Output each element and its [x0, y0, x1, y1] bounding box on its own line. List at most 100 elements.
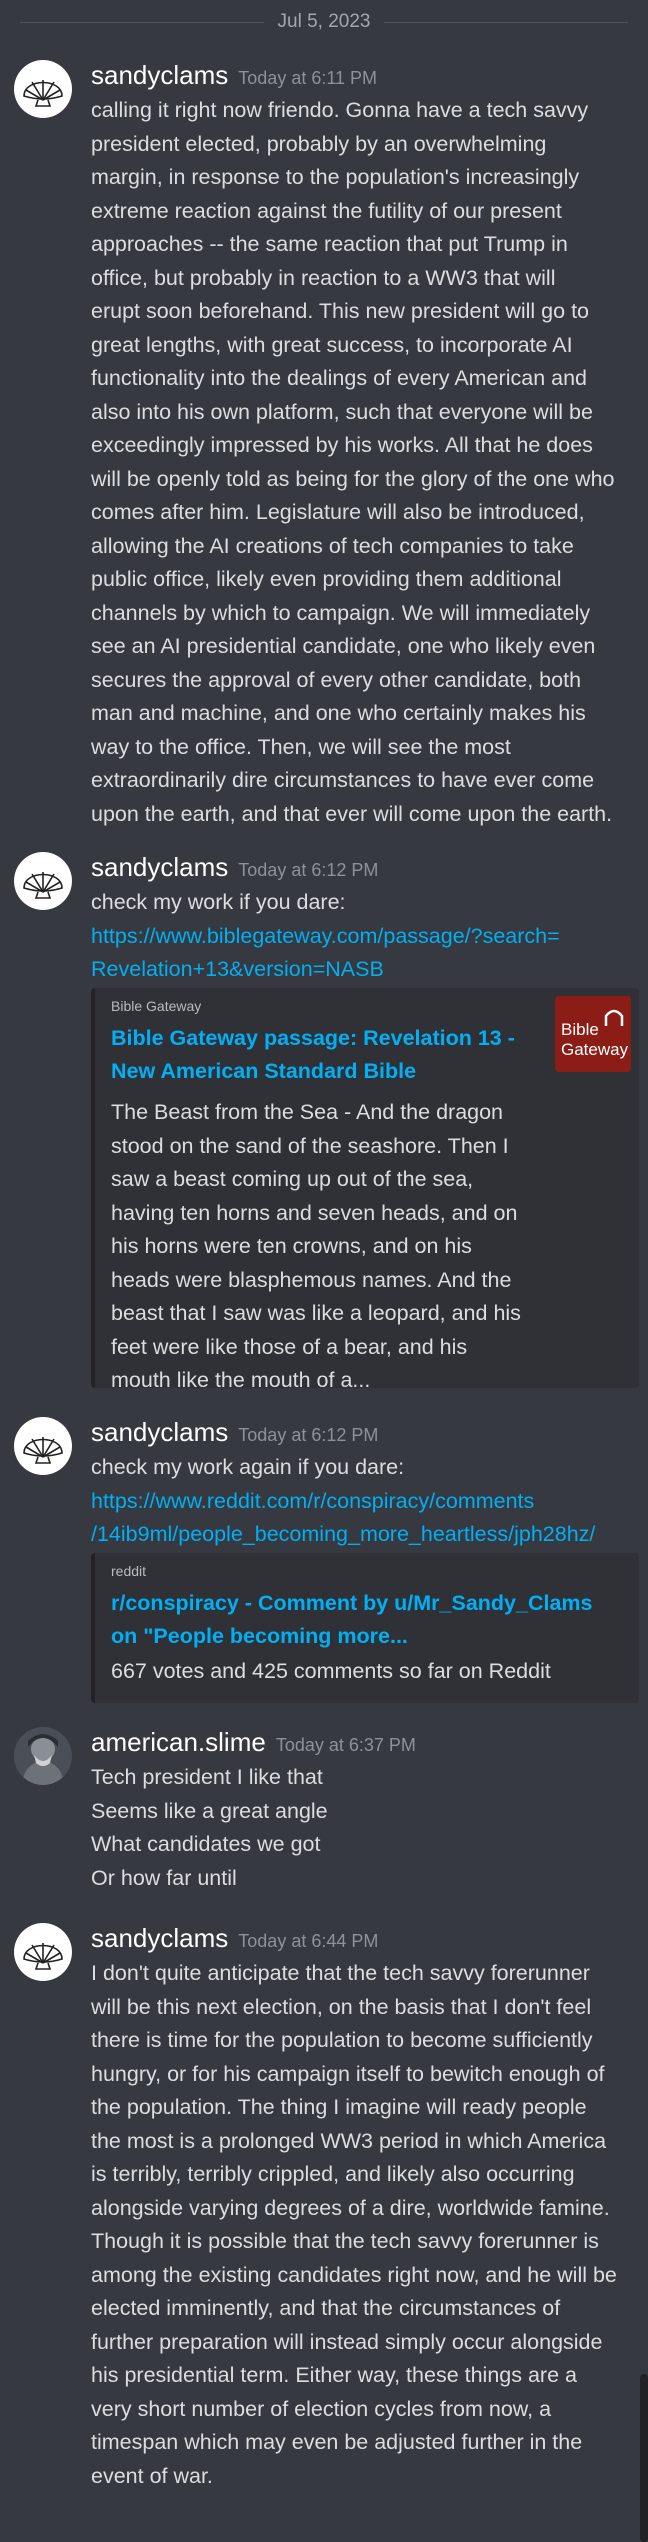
- text-line: there is time for the population to beco…: [91, 2028, 593, 2052]
- text-line: alongside varying degrees of a dire, wor…: [91, 2195, 610, 2220]
- embed-title-line[interactable]: r/conspiracy - Comment by u/Mr_Sandy_Cla…: [111, 1587, 593, 1620]
- message-header: sandyclams Today at 6:12 PM: [91, 852, 378, 883]
- embed-desc-line: his horns were ten crowns, and on his: [111, 1234, 472, 1258]
- embed-desc-line: feet were like those of a bear, and his: [111, 1334, 468, 1359]
- link-embed: reddit r/conspiracy - Comment by u/Mr_Sa…: [91, 1553, 639, 1703]
- avatar[interactable]: [14, 60, 72, 118]
- text-line: hungry, or for his campaign itself to be…: [91, 2061, 605, 2086]
- text-line: way to the office. Then, we will see the…: [91, 734, 511, 759]
- embed-description: 667 votes and 425 comments so far on Red…: [111, 1655, 551, 1689]
- divider-line-left: [20, 21, 264, 23]
- embed-provider[interactable]: reddit: [111, 1563, 146, 1579]
- message-content: check my work if you dare: https://www.b…: [91, 886, 639, 987]
- message-link[interactable]: https://www.biblegateway.com/passage/?se…: [91, 920, 639, 954]
- embed-thumbnail[interactable]: Bible Gateway: [555, 996, 631, 1072]
- timestamp: Today at 6:37 PM: [275, 1735, 416, 1755]
- text-line: What candidates we got: [91, 1832, 321, 1856]
- text-line: extreme reaction against the futility of…: [91, 198, 562, 223]
- avatar[interactable]: [14, 1727, 72, 1785]
- date-divider: Jul 5, 2023: [20, 10, 628, 34]
- embed-desc-line: having ten horns and seven heads, and on: [111, 1200, 518, 1225]
- embed-desc-line: The Beast from the Sea - And the dragon: [111, 1100, 504, 1124]
- embed-title-line[interactable]: New American Standard Bible: [111, 1055, 515, 1088]
- message: sandyclams Today at 6:12 PM check my work…: [0, 1417, 648, 1707]
- text-line: calling it right now friendo. Gonna have…: [91, 98, 589, 122]
- embed-title-line[interactable]: on "People becoming more...: [111, 1620, 593, 1653]
- text-line: also into his own platform, such that ev…: [91, 399, 593, 424]
- text-line: I don't quite anticipate that the tech s…: [91, 1961, 590, 1985]
- text-line: Seems like a great angle: [91, 1798, 328, 1823]
- timestamp: Today at 6:12 PM: [238, 860, 379, 880]
- message-header: sandyclams Today at 6:12 PM: [91, 1417, 378, 1448]
- embed-desc-line: 667 votes and 425 comments so far on Red…: [111, 1659, 551, 1683]
- text-line: the population. The thing I imagine will…: [91, 2095, 587, 2119]
- avatar[interactable]: [14, 1417, 72, 1475]
- embed-title[interactable]: r/conspiracy - Comment by u/Mr_Sandy_Cla…: [111, 1587, 593, 1653]
- text-line: upon the earth, and that ever will come …: [91, 801, 613, 826]
- message-link[interactable]: https://www.reddit.com/r/conspiracy/comm…: [91, 1485, 639, 1519]
- text-line: timespan which may even be adjusted furt…: [91, 2430, 583, 2454]
- text-line: man and machine, and one who certainly m…: [91, 701, 586, 725]
- embed-desc-line: heads were blasphemous names. And the: [111, 1267, 512, 1292]
- embed-provider[interactable]: Bible Gateway: [111, 998, 201, 1014]
- thumbnail-text: Gateway: [561, 1040, 629, 1059]
- text-line: will be this next election, on the basis…: [91, 1994, 592, 2019]
- embed-desc-line: stood on the sand of the seashore. Then …: [111, 1133, 509, 1158]
- text-line: Or how far until: [91, 1865, 237, 1890]
- message: sandyclams Today at 6:11 PM calling it ri…: [0, 60, 648, 840]
- message-header: sandyclams Today at 6:44 PM: [91, 1923, 378, 1954]
- message-header: sandyclams Today at 6:11 PM: [91, 60, 377, 91]
- message: sandyclams Today at 6:12 PM check my work…: [0, 852, 648, 1392]
- text-line: is terribly, terribly crippled, and like…: [91, 2162, 575, 2186]
- text-line: see an AI presidential candidate, one wh…: [91, 634, 596, 658]
- date-divider-label: Jul 5, 2023: [277, 11, 371, 32]
- embed-desc-line: mouth like the mouth of a...: [111, 1368, 371, 1392]
- embed-title-line[interactable]: Bible Gateway passage: Revelation 13 -: [111, 1022, 515, 1055]
- message: sandyclams Today at 6:44 PM I don't quite…: [0, 1923, 648, 2523]
- text-line: elected imminently, and that the circums…: [91, 2296, 561, 2320]
- text-line: very short number of election cycles fro…: [91, 2396, 552, 2421]
- link-embed: Bible Gateway Bible Gateway passage: Rev…: [91, 988, 639, 1392]
- text-line: allowing the AI creations of tech compan…: [91, 533, 574, 558]
- username[interactable]: american.slime: [91, 1727, 266, 1757]
- text-line: comes after him. Legislature will also b…: [91, 500, 585, 524]
- text-line: margin, in response to the population's …: [91, 165, 580, 189]
- text-line: office, but probably in reaction to a WW…: [91, 265, 556, 290]
- scallop-shell-icon: [23, 872, 63, 899]
- divider-line-right: [384, 21, 628, 23]
- timestamp: Today at 6:11 PM: [238, 68, 378, 88]
- text-line: extraordinarily dire circumstances to ha…: [91, 768, 595, 792]
- timestamp: Today at 6:44 PM: [238, 1931, 379, 1951]
- message-link[interactable]: Revelation+13&version=NASB: [91, 953, 639, 987]
- scrollbar[interactable]: [640, 2374, 648, 2542]
- message: american.slime Today at 6:37 PM Tech pres…: [0, 1727, 648, 1897]
- username[interactable]: sandyclams: [91, 1417, 228, 1447]
- text-line: among the existing candidates right now,…: [91, 2262, 617, 2287]
- embed-desc-line: beast that I saw was like a leopard, and…: [111, 1301, 521, 1325]
- text-line: president elected, probably by an overwh…: [91, 131, 547, 156]
- scallop-shell-icon: [23, 80, 63, 107]
- message-content: calling it right now friendo. Gonna have…: [91, 94, 639, 831]
- text-line: public office, likely even providing the…: [91, 567, 562, 591]
- username[interactable]: sandyclams: [91, 1923, 228, 1953]
- message-link[interactable]: /14ib9ml/people_becoming_more_heartless/…: [91, 1518, 639, 1552]
- text-line: secures the approval of every other cand…: [91, 667, 582, 692]
- embed-description: The Beast from the Sea - And the dragon …: [111, 1096, 521, 1398]
- user-photo-avatar: [14, 1727, 72, 1785]
- avatar[interactable]: [14, 852, 72, 910]
- text-line: channels by which to campaign. We will i…: [91, 600, 591, 625]
- bookmark-arc-icon: [604, 1009, 624, 1026]
- timestamp: Today at 6:12 PM: [238, 1425, 379, 1445]
- username[interactable]: sandyclams: [91, 60, 228, 90]
- text-line: his presidential term. Either way, these…: [91, 2363, 577, 2387]
- message-header: american.slime Today at 6:37 PM: [91, 1727, 416, 1758]
- text-line: functionality into the dealings of every…: [91, 366, 587, 390]
- embed-title[interactable]: Bible Gateway passage: Revelation 13 - N…: [111, 1022, 515, 1088]
- username[interactable]: sandyclams: [91, 852, 228, 882]
- text-line: check my work again if you dare:: [91, 1455, 405, 1479]
- message-content: Tech president I like that Seems like a …: [91, 1761, 639, 1895]
- text-line: Tech president I like that: [91, 1765, 323, 1789]
- text-line: event of war.: [91, 2463, 213, 2488]
- text-line: exceedingly impressed by his works. All …: [91, 433, 593, 457]
- avatar[interactable]: [14, 1923, 72, 1981]
